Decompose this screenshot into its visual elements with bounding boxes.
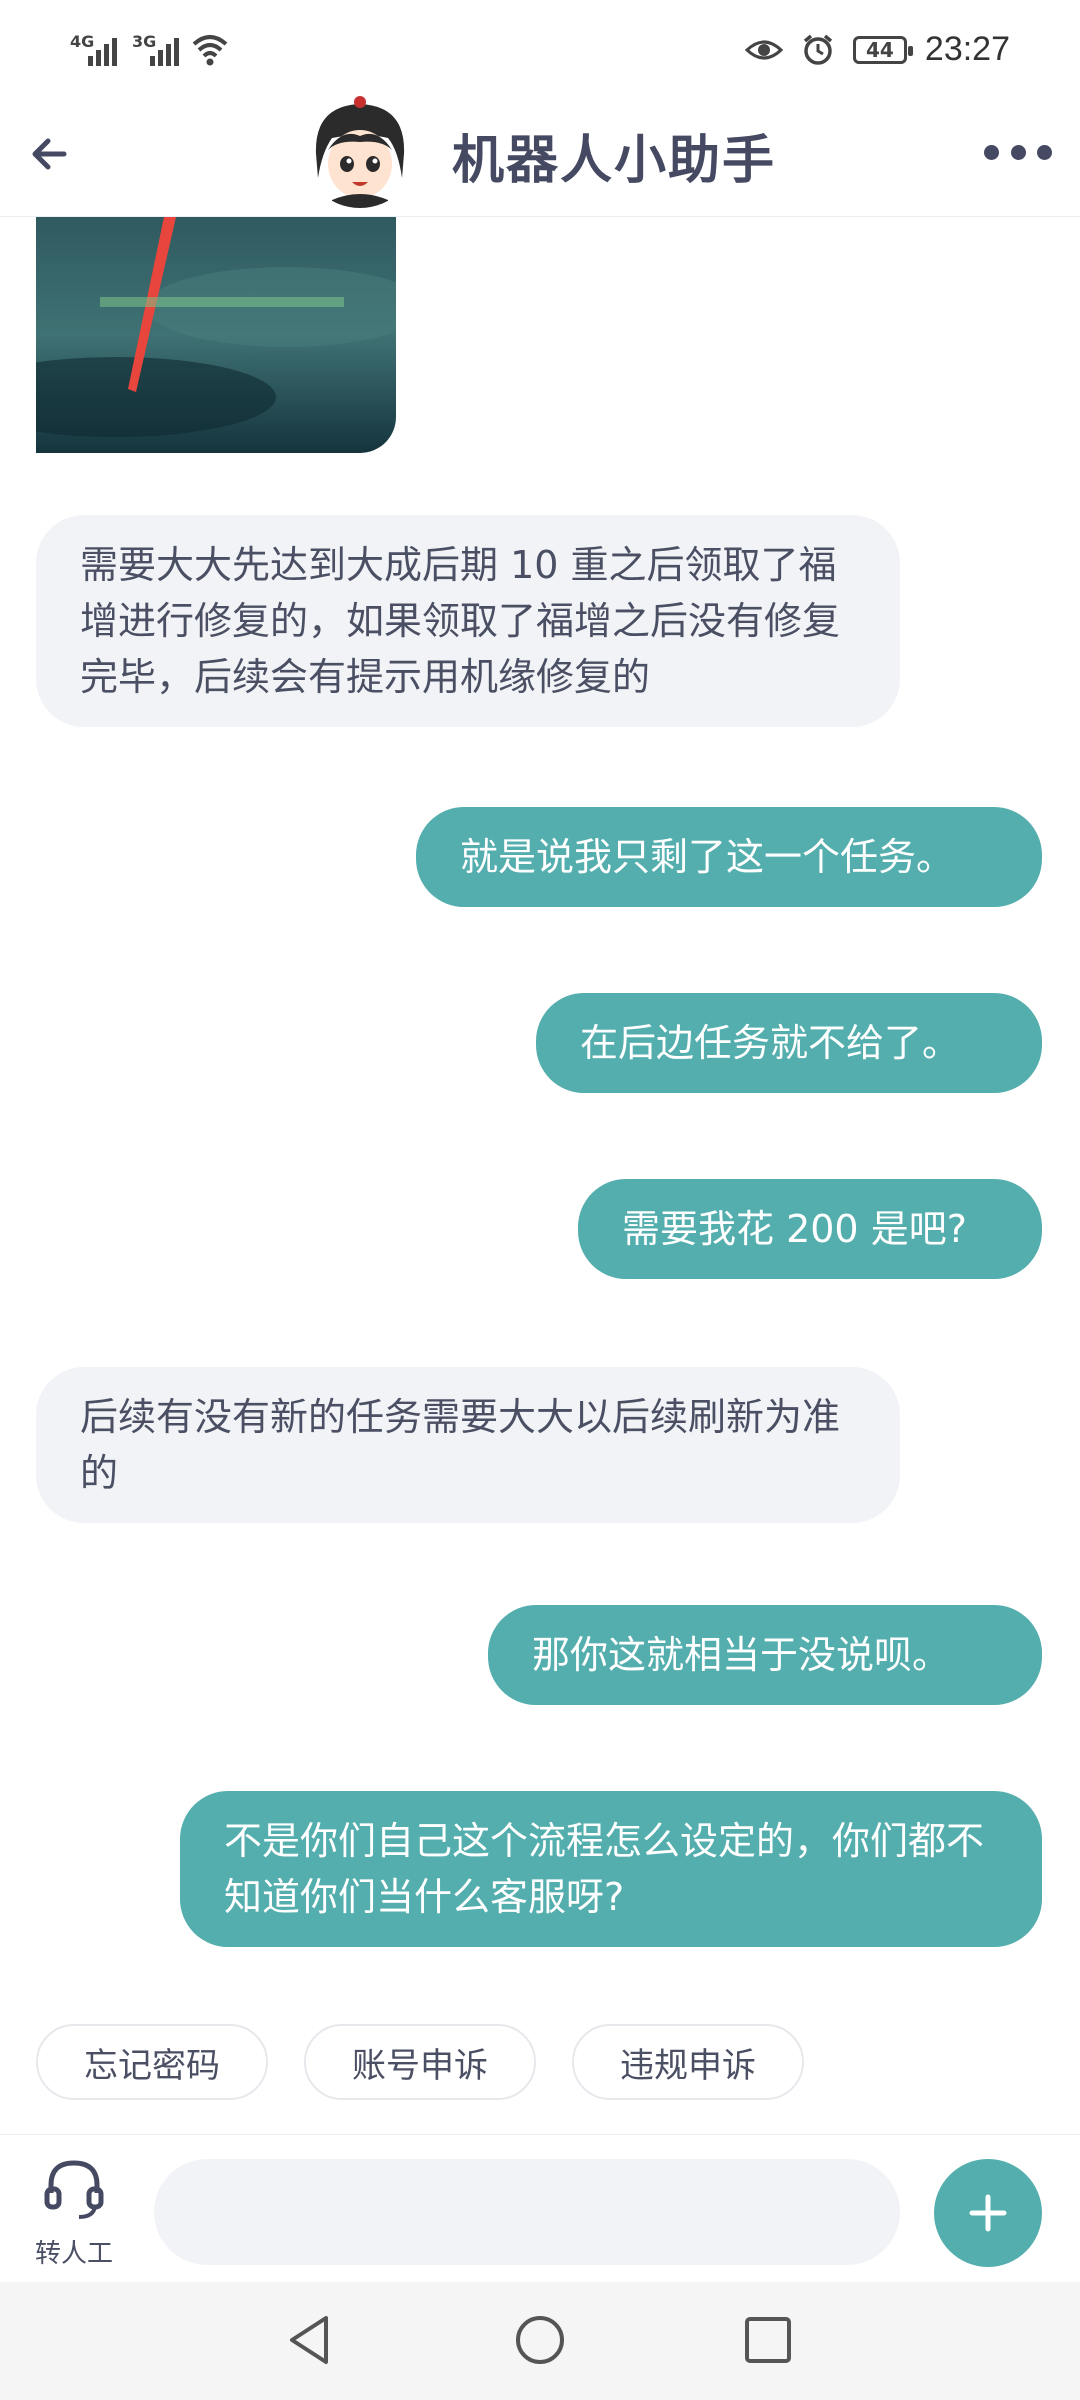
wifi-icon: [192, 35, 228, 66]
nav-recents-icon[interactable]: [738, 2310, 798, 2370]
clock: 23:27: [924, 30, 1010, 68]
system-nav-bar: [0, 2282, 1080, 2400]
user-message: 那你这就相当于没说呗。: [488, 1605, 1042, 1705]
transfer-agent-button[interactable]: 转人工: [24, 2153, 124, 2269]
signal-bars-icon: [150, 34, 184, 66]
input-bar: 转人工: [0, 2134, 1080, 2283]
quick-reply-forgot-password[interactable]: 忘记密码: [36, 2024, 268, 2100]
chat-header: 机器人小助手: [0, 92, 1080, 217]
user-message: 在后边任务就不给了。: [536, 993, 1042, 1093]
signal-bars-icon: [88, 34, 122, 66]
user-message: 需要我花 200 是吧?: [578, 1179, 1042, 1279]
avatar[interactable]: [302, 92, 418, 208]
nav-home-icon[interactable]: [510, 2310, 570, 2370]
chat-area[interactable]: 需要大大先达到大成后期 10 重之后领取了福增进行修复的，如果领取了福增之后没有…: [0, 217, 1080, 1997]
bot-message: 需要大大先达到大成后期 10 重之后领取了福增进行修复的，如果领取了福增之后没有…: [36, 515, 900, 727]
plus-button[interactable]: [934, 2159, 1042, 2267]
headset-icon: [44, 2160, 104, 2219]
more-icon[interactable]: [984, 140, 1052, 164]
image-message[interactable]: [36, 217, 396, 453]
bot-message: 后续有没有新的任务需要大大以后续刷新为准的: [36, 1367, 900, 1523]
back-arrow-icon[interactable]: [24, 124, 84, 184]
alarm-icon: [803, 34, 833, 65]
plus-icon: [969, 2194, 1007, 2232]
eye-icon: [744, 40, 783, 59]
quick-reply-violation-appeal[interactable]: 违规申诉: [572, 2024, 804, 2100]
quick-reply-account-appeal[interactable]: 账号申诉: [304, 2024, 536, 2100]
message-input[interactable]: [154, 2159, 900, 2265]
nav-back-icon[interactable]: [280, 2310, 340, 2370]
quick-replies: 忘记密码 账号申诉 违规申诉: [36, 2024, 804, 2100]
transfer-agent-label: 转人工: [34, 2239, 113, 2269]
status-bar: 4G 3G 44 23:27: [0, 0, 1080, 100]
user-message: 就是说我只剩了这一个任务。: [416, 807, 1042, 907]
user-message: 不是你们自己这个流程怎么设定的，你们都不知道你们当什么客服呀?: [180, 1791, 1042, 1947]
battery-indicator: 44: [852, 35, 913, 64]
page-title: 机器人小助手: [452, 131, 777, 191]
